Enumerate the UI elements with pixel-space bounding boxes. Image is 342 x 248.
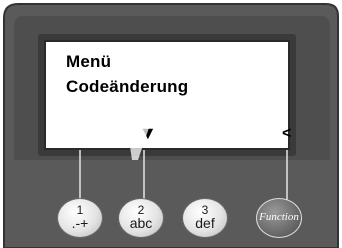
key-1[interactable]: 1 .-+ bbox=[57, 198, 103, 238]
lcd-display: Menü Codeänderung ▼ < bbox=[44, 40, 292, 150]
key-2[interactable]: 2 abc bbox=[118, 198, 164, 238]
key-1-letters: .-+ bbox=[71, 215, 89, 231]
back-indicator: < bbox=[282, 125, 292, 142]
display-line-code-change: Codeänderung bbox=[66, 77, 189, 96]
key-3[interactable]: 3 def bbox=[182, 198, 228, 238]
function-key[interactable]: Function bbox=[256, 198, 302, 238]
key-2-letters: abc bbox=[129, 215, 153, 231]
function-key-label: Function bbox=[259, 211, 299, 223]
key-3-letters: def bbox=[195, 215, 215, 231]
selection-arrow-icon: ▼ bbox=[139, 123, 157, 143]
keypad-device: Menü Codeänderung ▼ < 1 .-+ 2 abc 3 def … bbox=[0, 0, 342, 248]
display-line-menu: Menü bbox=[66, 52, 112, 71]
